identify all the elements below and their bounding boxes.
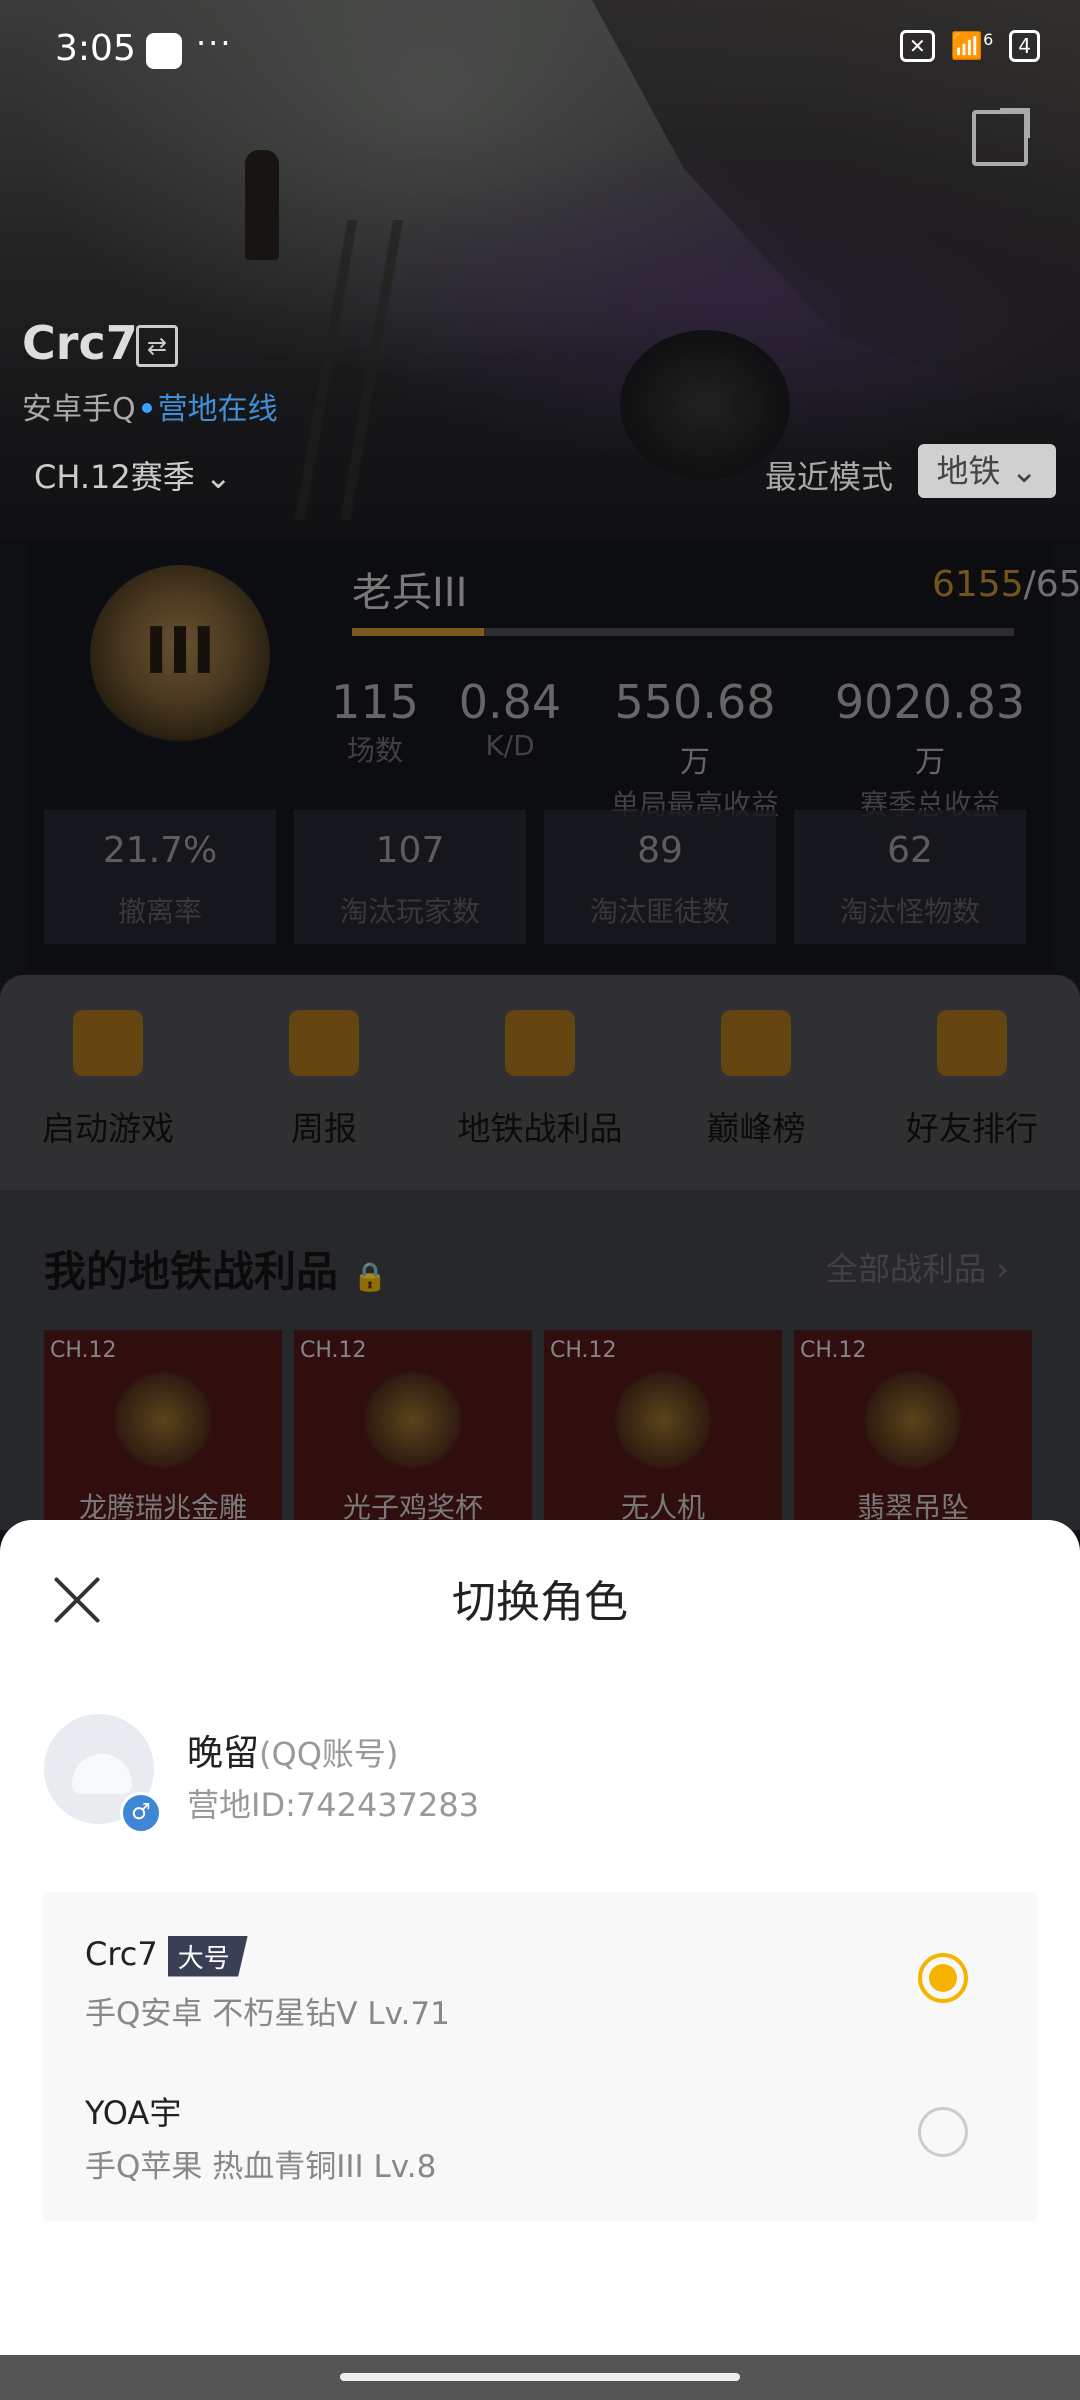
account-name: 晚留(QQ账号) [187, 1733, 399, 1774]
wifi-icon: 📶6 [950, 30, 994, 62]
sheet-title: 切换角色 [452, 1577, 628, 1628]
home-indicator[interactable] [340, 2373, 740, 2381]
account-id: 营地ID:742437283 [187, 1786, 480, 1824]
role-detail: 手Q安卓 不朽星钻V Lv.71 [85, 1996, 450, 2032]
role-radio-selected[interactable] [918, 1953, 968, 2003]
player-platform: 安卓手Q 营地在线 [22, 392, 278, 427]
battery-icon: 4 [1009, 30, 1040, 62]
recent-mode-select[interactable]: 地铁 ⌄ [918, 444, 1056, 498]
share-icon[interactable] [972, 108, 1030, 166]
role-name: Crc7 大号 [85, 1935, 248, 1977]
online-status: 营地在线 [157, 392, 278, 427]
no-sim-icon: ✕ [899, 30, 935, 62]
switch-role-icon[interactable]: ⇄ [136, 325, 178, 367]
season-selector[interactable]: CH.12赛季 ⌄ [34, 452, 232, 498]
role-detail: 手Q苹果 热血青铜III Lv.8 [85, 2149, 437, 2185]
role-name: YOA宇 [85, 2094, 182, 2132]
male-icon: ♂ [120, 1792, 162, 1834]
role-radio[interactable] [918, 2107, 968, 2157]
player-name: Crc7 [22, 316, 138, 370]
online-dot-icon [141, 403, 152, 413]
main-account-tag: 大号 [167, 1935, 248, 1977]
status-icons: ✕ 📶6 4 [899, 30, 1040, 62]
status-time: 3:05 [55, 28, 136, 69]
notification-icon [146, 33, 182, 69]
recent-mode-label: 最近模式 [765, 458, 894, 496]
more-notifications-icon: ··· [196, 24, 233, 62]
